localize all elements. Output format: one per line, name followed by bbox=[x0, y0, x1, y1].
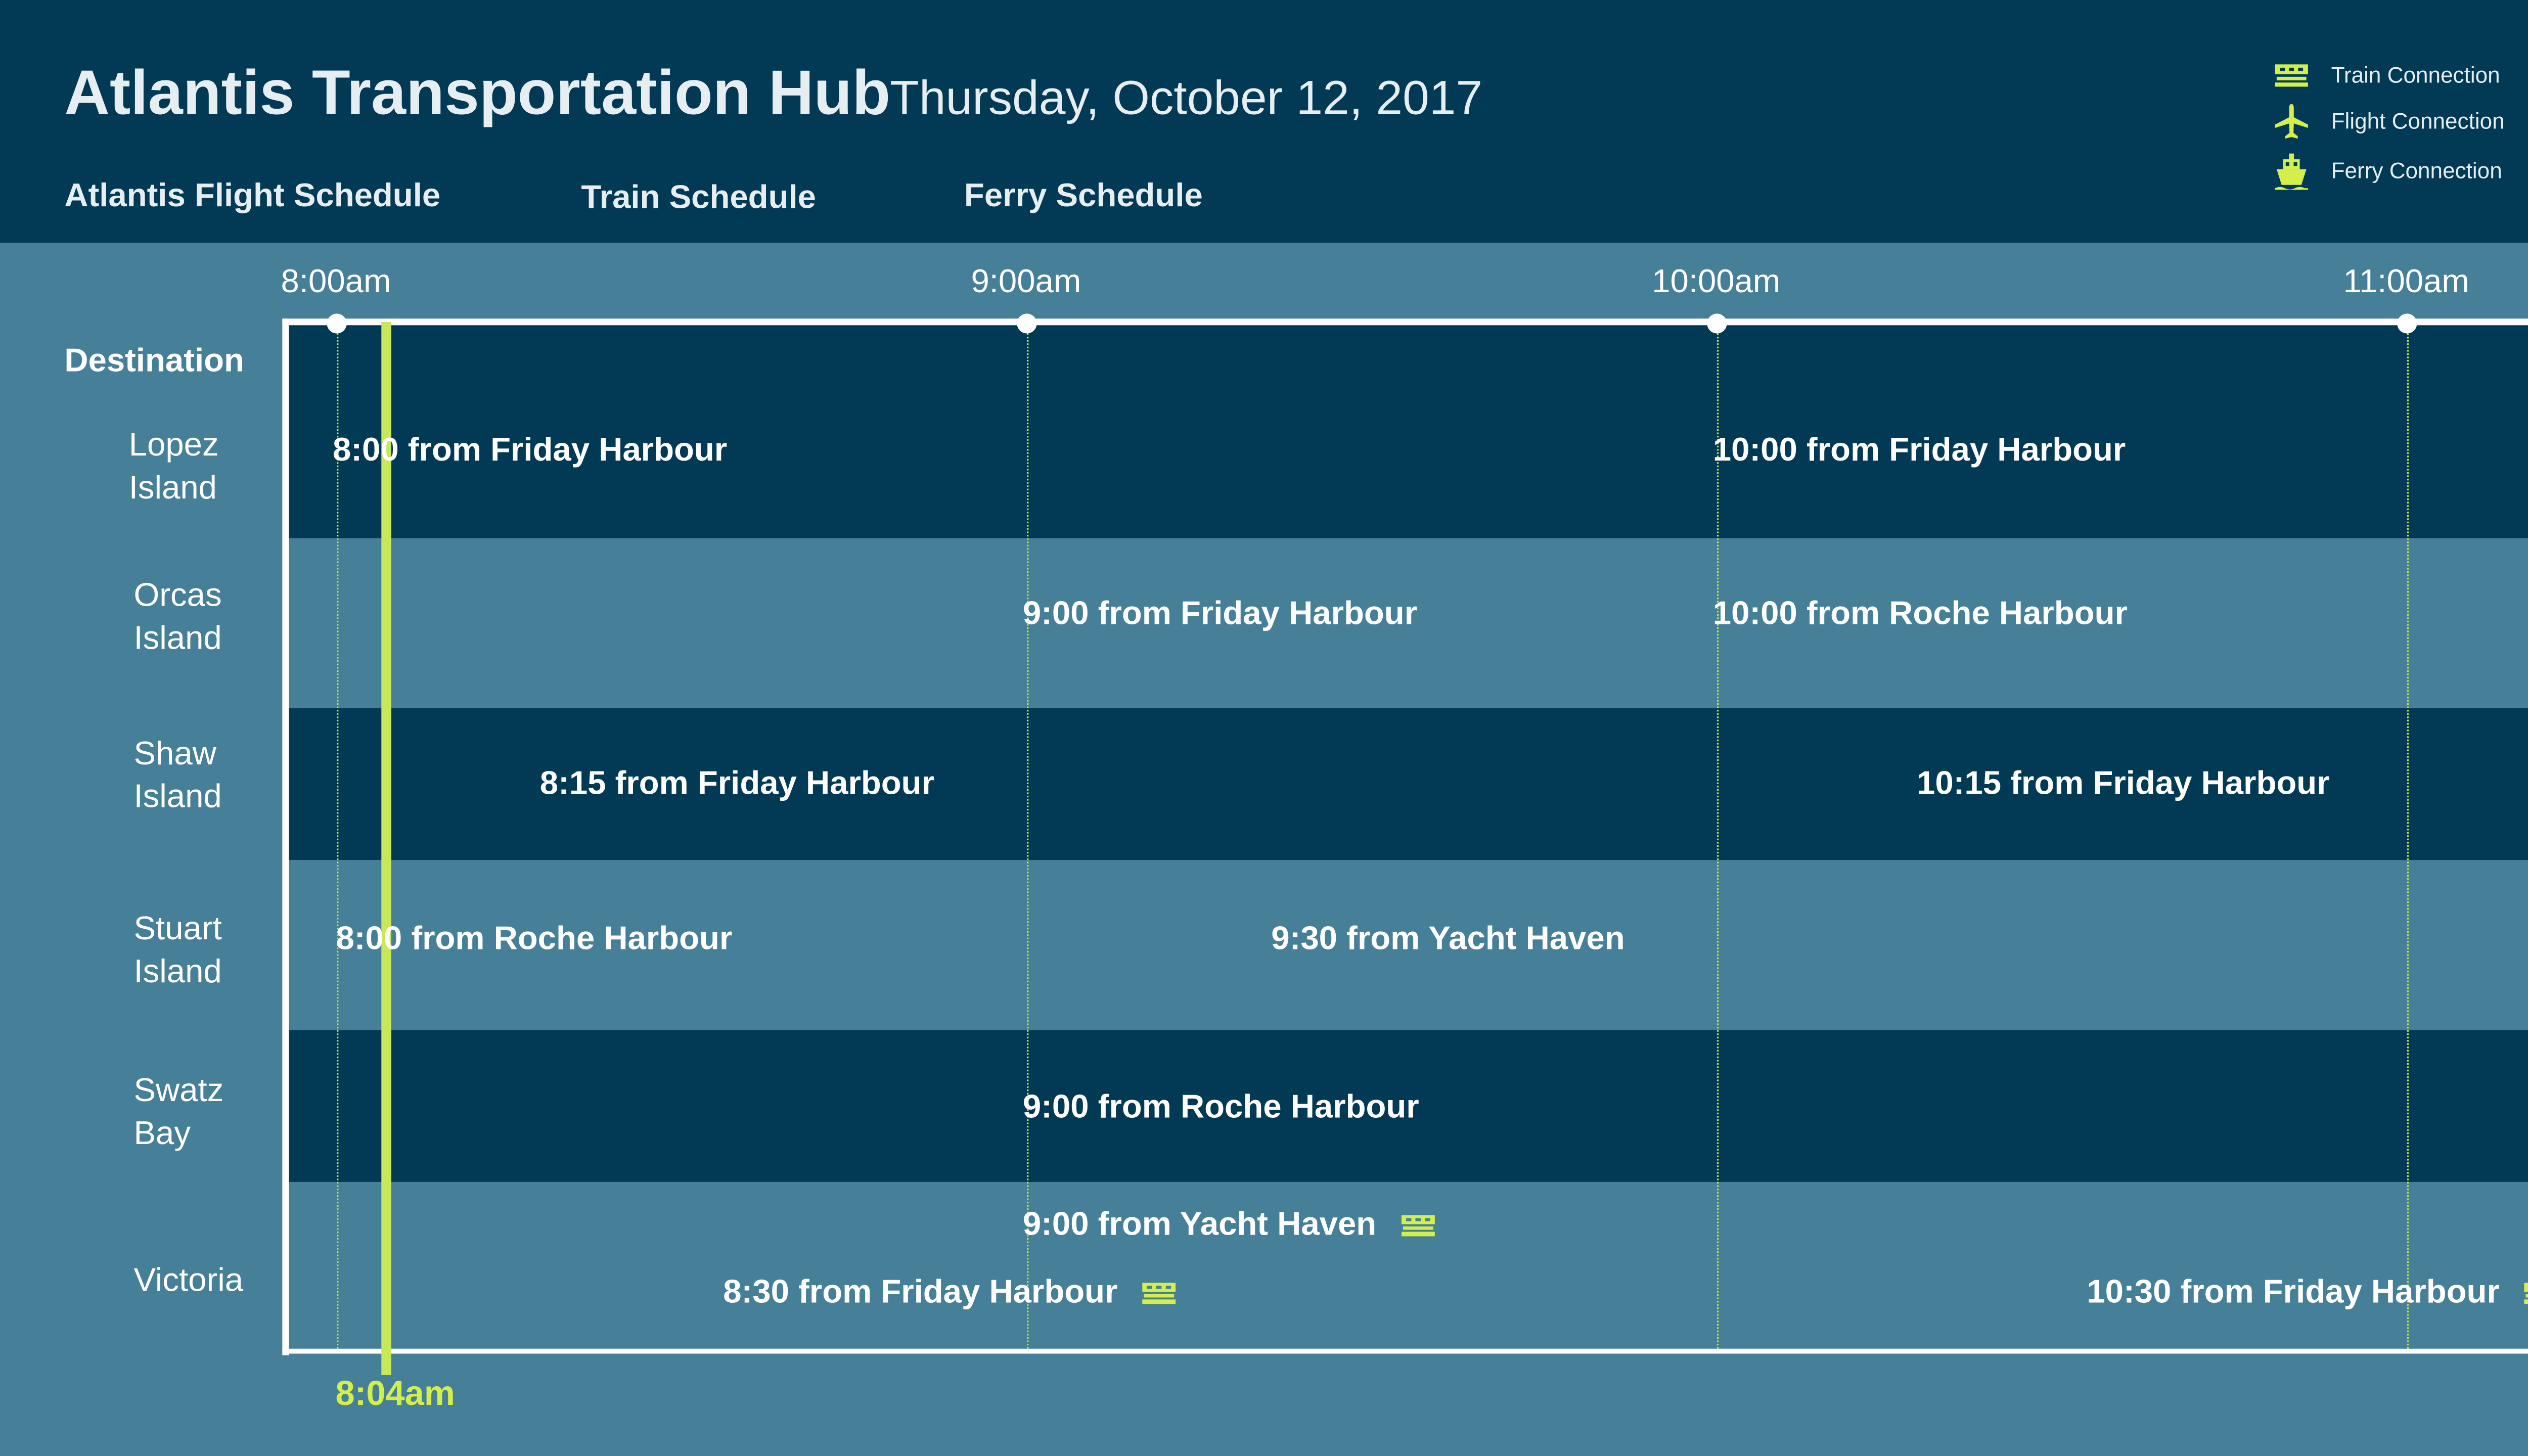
destination-label: Shaw Island bbox=[133, 736, 222, 816]
departure-entry[interactable]: 8:15 from Friday Harbour bbox=[540, 766, 934, 804]
departure-entry[interactable]: 10:00 from Roche Harbour bbox=[1713, 596, 2128, 634]
timeline-bottom-border bbox=[282, 1348, 2528, 1354]
departure-entry[interactable]: 10:15 from Friday Harbour bbox=[1917, 766, 2330, 804]
destination-label: Swatz Bay bbox=[133, 1073, 224, 1153]
timeline-axis bbox=[282, 318, 2528, 326]
hour-tick-dot bbox=[2396, 313, 2416, 334]
plane-icon bbox=[2275, 104, 2308, 139]
departure-entry[interactable]: 8:30 from Friday Harbour bbox=[723, 1275, 1177, 1312]
destination-header: Destination bbox=[64, 343, 244, 380]
hour-gridline bbox=[2406, 325, 2408, 1349]
departure-entry[interactable]: 9:00 from Yacht Haven bbox=[1023, 1207, 1436, 1245]
current-time-label: 8:04am bbox=[335, 1375, 455, 1414]
legend-ferry: Ferry Connection bbox=[2272, 152, 2528, 191]
departure-text: 10:00 from Friday Harbour bbox=[1712, 432, 2126, 469]
hour-tick-dot bbox=[1016, 313, 1036, 334]
train-icon bbox=[2275, 64, 2308, 87]
tab-train-schedule[interactable]: Train Schedule bbox=[581, 180, 816, 218]
hour-label: 11:00am bbox=[2343, 264, 2469, 301]
schedule-screen: Atlantis Transportation Hub Thursday, Oc… bbox=[0, 0, 2528, 1456]
departure-entry[interactable]: 9:00 from Friday Harbour bbox=[1023, 596, 1417, 634]
departure-text: 8:00 from Roche Harbour bbox=[336, 921, 733, 958]
departure-entry[interactable]: 8:00 from Roche Harbour bbox=[336, 921, 732, 959]
departure-entry[interactable]: 9:00 from Roche Harbour bbox=[1023, 1089, 1419, 1127]
page-date: Thursday, October 12, 2017 bbox=[889, 72, 1483, 126]
hour-label: 10:00am bbox=[1652, 264, 1781, 301]
departure-text: 9:00 from Roche Harbour bbox=[1022, 1089, 1419, 1126]
train-icon bbox=[1401, 1215, 1434, 1237]
page-title: Atlantis Transportation Hub bbox=[64, 59, 891, 129]
departure-text: 10:15 from Friday Harbour bbox=[1917, 766, 2330, 802]
tab-flight-schedule[interactable]: Atlantis Flight Schedule bbox=[64, 178, 440, 216]
departure-text: 9:30 from Yacht Haven bbox=[1271, 921, 1625, 958]
timeline-left-border bbox=[282, 318, 289, 1355]
hour-tick-dot bbox=[1706, 313, 1726, 334]
departure-text: 8:00 from Friday Harbour bbox=[332, 432, 728, 469]
departure-entry[interactable]: 10:30 from Friday Harbour bbox=[2087, 1275, 2528, 1312]
legend-ferry-label: Ferry Connection bbox=[2331, 158, 2502, 184]
departure-text: 9:00 from Friday Harbour bbox=[1022, 596, 1418, 632]
departure-text: 10:30 from Friday Harbour bbox=[2087, 1274, 2500, 1311]
departure-entry[interactable]: 10:00 from Friday Harbour bbox=[1713, 433, 2126, 471]
departure-text: 9:00 from Yacht Haven bbox=[1022, 1206, 1377, 1243]
destination-label: Stuart Island bbox=[133, 911, 222, 991]
departure-text: 8:15 from Friday Harbour bbox=[539, 766, 935, 802]
destination-label: Lopez Island bbox=[128, 427, 219, 507]
hour-label: 9:00am bbox=[971, 264, 1081, 301]
destination-label: Victoria bbox=[133, 1262, 244, 1299]
hour-gridline bbox=[336, 325, 338, 1349]
ferry-icon bbox=[2275, 153, 2308, 190]
hour-label: 8:00am bbox=[281, 264, 391, 301]
header-bar: Atlantis Transportation Hub Thursday, Oc… bbox=[0, 0, 2528, 243]
departure-entry[interactable]: 8:00 from Friday Harbour bbox=[333, 433, 727, 471]
hour-tick-dot bbox=[326, 313, 346, 334]
train-icon bbox=[1142, 1283, 1176, 1305]
hour-gridline bbox=[1716, 325, 1718, 1349]
destination-row bbox=[289, 325, 2528, 538]
legend-flight-label: Flight Connection bbox=[2331, 109, 2505, 134]
destination-label: Orcas Island bbox=[133, 577, 222, 657]
legend-train: Train Connection bbox=[2272, 56, 2528, 96]
hour-gridline bbox=[1026, 325, 1028, 1349]
tab-ferry-schedule[interactable]: Ferry Schedule bbox=[964, 178, 1203, 216]
current-time-line bbox=[382, 322, 392, 1375]
legend-flight: Flight Connection bbox=[2272, 102, 2528, 142]
departure-text: 10:00 from Roche Harbour bbox=[1712, 596, 2128, 632]
legend-train-label: Train Connection bbox=[2331, 63, 2500, 88]
departure-entry[interactable]: 9:30 from Yacht Haven bbox=[1271, 921, 1624, 959]
departure-text: 8:30 from Friday Harbour bbox=[723, 1274, 1118, 1311]
train-icon bbox=[2524, 1283, 2528, 1305]
